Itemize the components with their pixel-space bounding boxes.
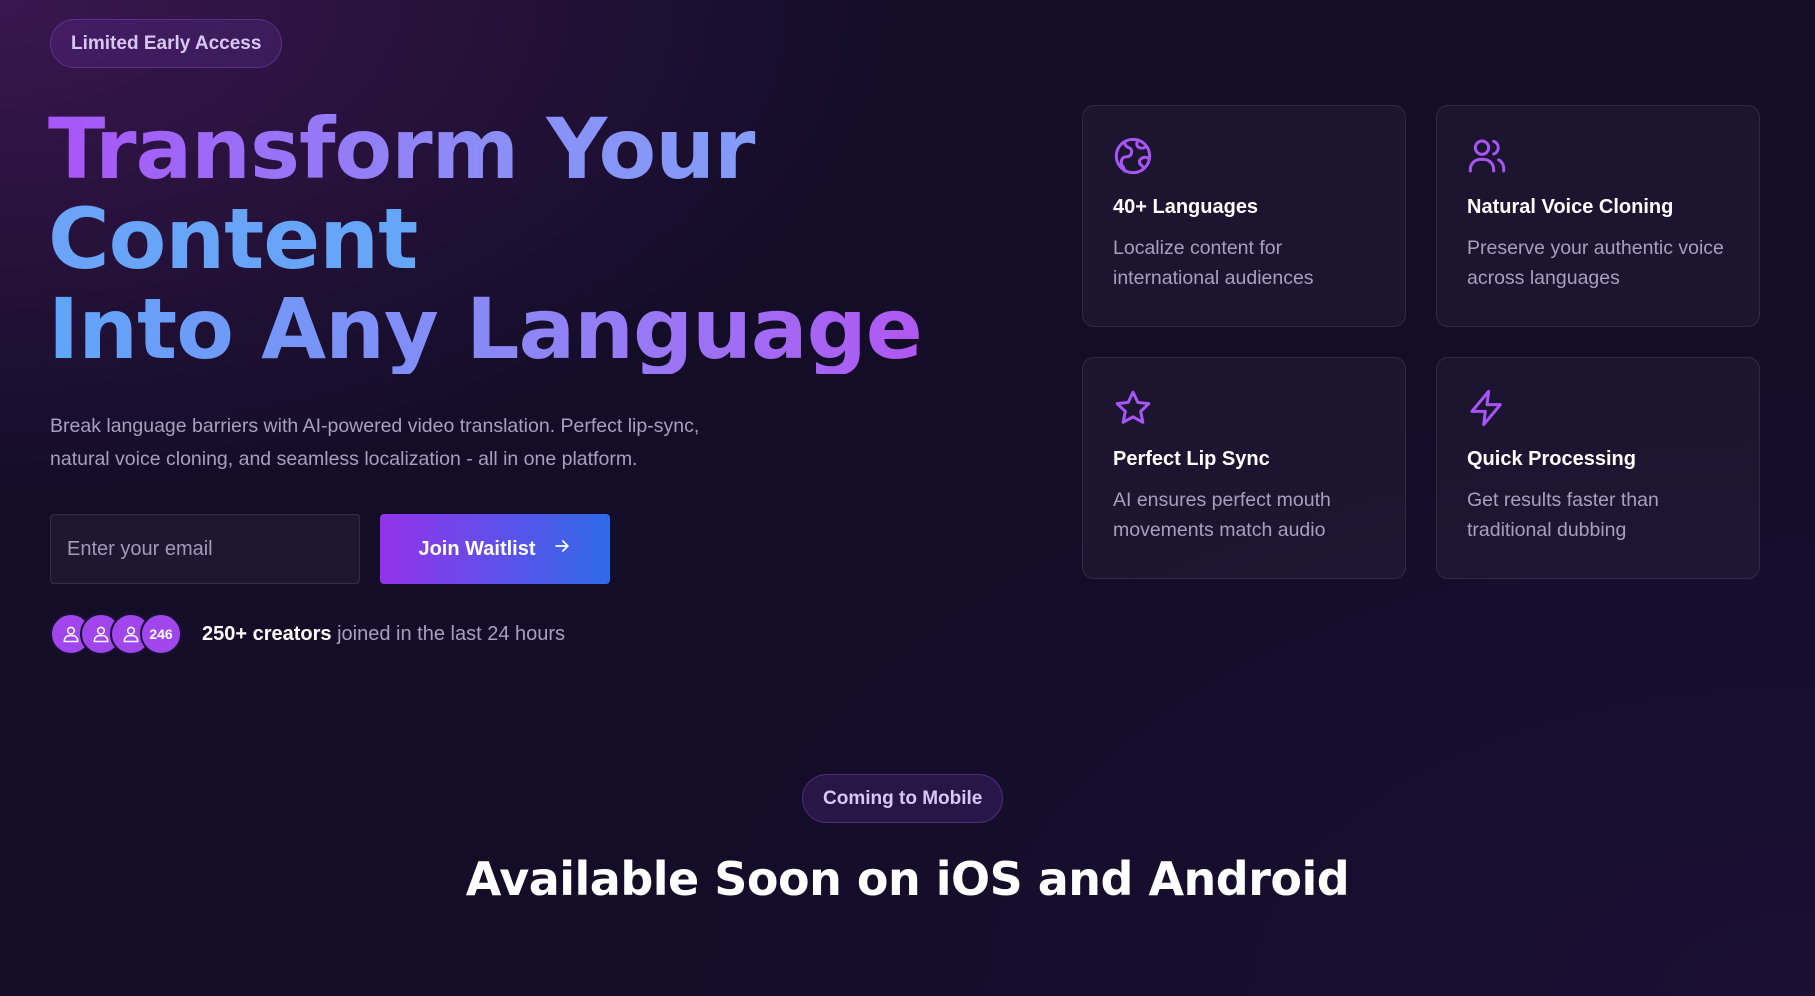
arrow-right-icon	[552, 536, 572, 562]
star-icon	[1113, 388, 1153, 428]
feature-title: 40+ Languages	[1113, 196, 1259, 218]
coming-to-mobile-badge: Coming to Mobile	[802, 774, 1004, 823]
feature-card-languages: 40+ Languages Localize content for inter…	[1082, 105, 1406, 327]
feature-card-voice-cloning: Natural Voice Cloning Preserve your auth…	[1436, 105, 1760, 327]
feature-description: Localize content for international audie…	[1113, 237, 1314, 289]
social-proof-highlight: 250+ creators	[202, 622, 332, 645]
lightning-icon	[1467, 388, 1507, 428]
hero-description: Break language barriers with AI-powered …	[50, 415, 700, 470]
avatar-count: 246	[140, 613, 182, 655]
avatar-stack: 246	[50, 613, 182, 655]
feature-title: Natural Voice Cloning	[1467, 196, 1674, 218]
hero-title-line-3: Into Any Language	[48, 280, 923, 378]
feature-description: AI ensures perfect mouth movements match…	[1113, 489, 1331, 541]
social-proof: 246 250+ creators joined in the last 24 …	[50, 613, 565, 655]
mobile-availability-title: Available Soon on iOS and Android	[465, 852, 1350, 906]
early-access-badge: Limited Early Access	[50, 19, 283, 68]
user-icon	[123, 626, 139, 643]
email-input[interactable]	[50, 514, 360, 584]
globe-icon	[1113, 136, 1153, 176]
feature-title: Perfect Lip Sync	[1113, 448, 1270, 470]
join-waitlist-button[interactable]: Join Waitlist	[380, 514, 610, 584]
social-proof-suffix: joined in the last 24 hours	[337, 622, 566, 645]
feature-card-lip-sync: Perfect Lip Sync AI ensures perfect mout…	[1082, 357, 1406, 579]
user-icon	[93, 626, 109, 643]
social-proof-text: 250+ creators joined in the last 24 hour…	[202, 623, 565, 646]
feature-card-quick-processing: Quick Processing Get results faster than…	[1436, 357, 1760, 579]
feature-description: Get results faster than traditional dubb…	[1467, 489, 1659, 541]
feature-title: Quick Processing	[1467, 448, 1636, 470]
hero-title: Transform Your Content Into Any Language	[48, 104, 923, 378]
hero-title-line-1: Transform Your	[48, 104, 922, 194]
join-waitlist-label: Join Waitlist	[418, 537, 536, 560]
feature-description: Preserve your authentic voice across lan…	[1467, 237, 1724, 289]
users-icon	[1467, 136, 1507, 176]
user-icon	[63, 626, 79, 643]
hero-title-line-2: Content	[48, 194, 922, 284]
